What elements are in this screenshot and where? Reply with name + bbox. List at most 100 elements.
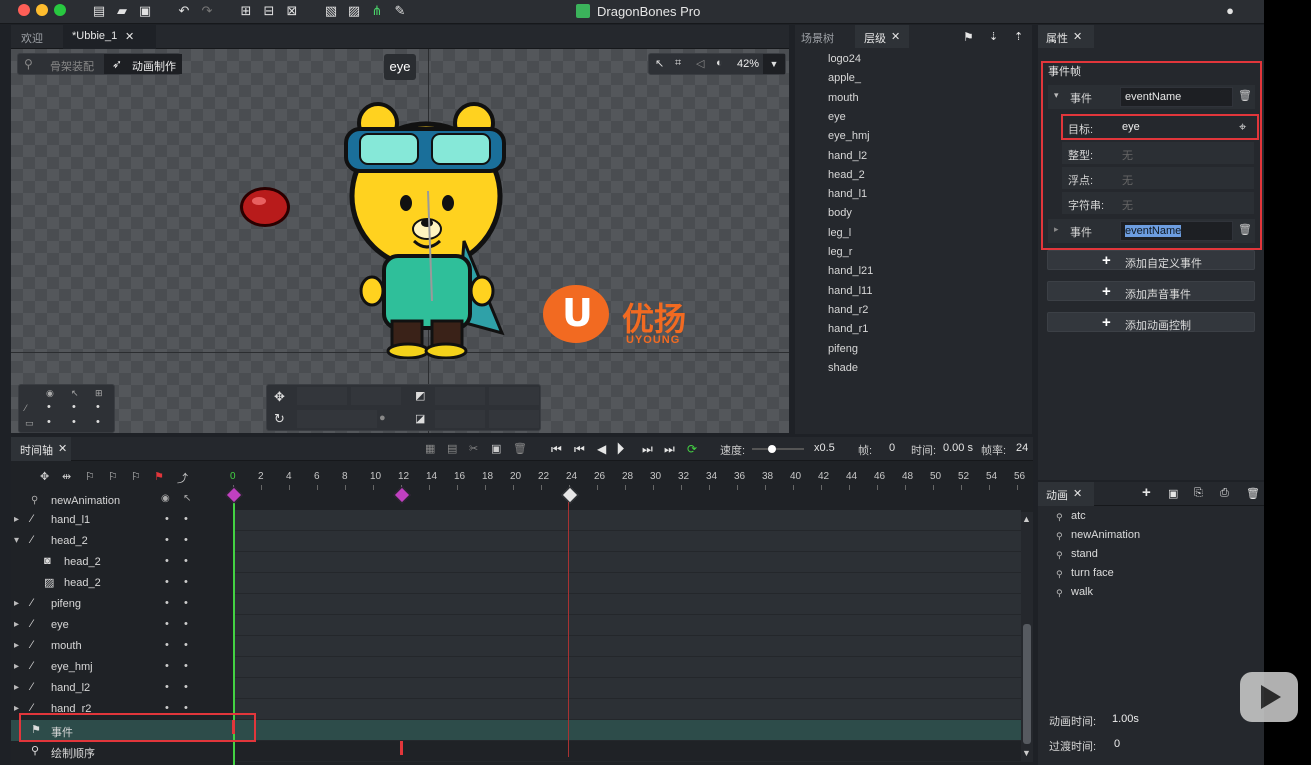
track-lock-toggle[interactable]: •	[184, 639, 188, 651]
layer-item[interactable]: eye	[828, 111, 846, 123]
bear-character-sprite[interactable]	[336, 101, 516, 359]
share-icon[interactable]: ⋔	[369, 3, 385, 19]
rotation-dial-icon[interactable]: ●	[379, 412, 386, 424]
animate-mode-button[interactable]: 动画制作	[132, 58, 176, 74]
last-frame-icon[interactable]: ⏭	[664, 442, 675, 457]
edit-icon[interactable]: ✎	[392, 3, 408, 19]
scale-icon[interactable]: ◩	[415, 389, 425, 402]
duration-value[interactable]: 1.00s	[1112, 713, 1139, 725]
layer-item[interactable]: leg_r	[828, 246, 852, 258]
track-keyframe-lane[interactable]	[233, 699, 1021, 720]
layer-item[interactable]: apple_	[828, 72, 861, 84]
track-visibility-toggle[interactable]: •	[165, 639, 169, 651]
track-keyframe-lane[interactable]	[233, 636, 1021, 657]
tool-link-icon[interactable]: ⇹	[62, 470, 71, 483]
track-visibility-toggle[interactable]: •	[165, 618, 169, 630]
position-x-field[interactable]	[297, 387, 347, 405]
export-icon[interactable]: ⊟	[261, 3, 277, 19]
track-row[interactable]: ▨ head_2 • •	[11, 573, 233, 594]
apple-sprite[interactable]	[237, 183, 293, 229]
track-visibility-toggle[interactable]: •	[165, 513, 169, 525]
layer-item[interactable]: head_2	[828, 169, 865, 181]
track-keyframe-lane[interactable]	[233, 657, 1021, 678]
layer-item[interactable]: shade	[828, 362, 858, 374]
animation-item[interactable]: atc	[1071, 510, 1086, 522]
track-keyframe-lane[interactable]	[233, 720, 1021, 741]
event-flag-icon[interactable]: ⚑	[154, 470, 164, 483]
display-toggle-icon[interactable]: ◐	[716, 57, 723, 69]
copy-icon[interactable]: ▣	[491, 442, 501, 455]
bone-lock-toggle[interactable]: •	[72, 401, 76, 413]
rotate-icon[interactable]: ↻	[274, 411, 285, 427]
track-lock-toggle[interactable]: •	[184, 618, 188, 630]
prev-frame-icon[interactable]: ◀	[597, 442, 606, 456]
track-expand-arrow-icon[interactable]: ▸	[14, 640, 19, 651]
bone-outline-toggle[interactable]: •	[96, 401, 100, 413]
first-frame-icon[interactable]: ⏮	[551, 442, 562, 457]
move-down-icon[interactable]: ⇣	[989, 30, 998, 43]
add-sound-event-button[interactable]: + 添加声音事件	[1047, 281, 1255, 301]
track-expand-arrow-icon[interactable]: ▾	[14, 535, 19, 546]
track-row[interactable]: ▾ ⁄ head_2 • •	[11, 531, 233, 552]
image-outline-toggle[interactable]: •	[96, 416, 100, 428]
layer-item[interactable]: hand_l1	[828, 188, 867, 200]
tool-key-3-icon[interactable]: ⚐	[131, 470, 141, 483]
track-expand-arrow-icon[interactable]: ▸	[14, 682, 19, 693]
move-up-icon[interactable]: ⇡	[1014, 30, 1023, 43]
minimize-window-button[interactable]	[36, 4, 48, 16]
redo-icon[interactable]: ↷	[199, 3, 215, 19]
tab-welcome[interactable]: 欢迎	[21, 30, 43, 46]
tool-key-1-icon[interactable]: ⚐	[85, 470, 95, 483]
track-expand-arrow-icon[interactable]: ▸	[14, 598, 19, 609]
speed-slider[interactable]	[752, 448, 804, 450]
bone-eye-toggle[interactable]: •	[47, 401, 51, 413]
keyframe-tool-2-icon[interactable]: ▤	[447, 442, 457, 455]
close-timeline-tab-icon[interactable]: ✕	[58, 442, 67, 455]
open-folder-icon[interactable]: ▰	[114, 3, 130, 19]
root-eye-icon[interactable]: ◉	[161, 493, 170, 504]
scroll-up-icon[interactable]: ▲	[1022, 514, 1031, 524]
layer-item[interactable]: body	[828, 207, 852, 219]
tab-layers[interactable]: 层级	[864, 30, 886, 46]
track-keyframe-lane[interactable]	[233, 552, 1021, 573]
maximize-window-button[interactable]	[54, 4, 66, 16]
image-eye-toggle[interactable]: •	[47, 416, 51, 428]
zoom-dropdown-icon[interactable]: ▼	[763, 54, 785, 74]
speed-slider-knob[interactable]	[768, 445, 776, 453]
track-keyframe-lane[interactable]	[233, 510, 1021, 531]
track-row[interactable]: ▸ ⁄ mouth • •	[11, 636, 233, 657]
skew-icon[interactable]: ◪	[415, 412, 425, 425]
export-doc-icon[interactable]: ▨	[346, 3, 362, 19]
new-file-icon[interactable]: ▤	[91, 3, 107, 19]
tool-key-2-icon[interactable]: ⚐	[108, 470, 118, 483]
track-keyframe-lane[interactable]	[233, 531, 1021, 552]
track-row[interactable]: ⚲ 绘制顺序	[11, 741, 233, 762]
track-expand-arrow-icon[interactable]: ▸	[14, 619, 19, 630]
track-lock-toggle[interactable]: •	[184, 513, 188, 525]
position-y-field[interactable]	[351, 387, 401, 405]
timeline-scrollbar[interactable]: ▲ ▼	[1021, 512, 1033, 762]
layer-item[interactable]: leg_l	[828, 227, 851, 239]
tab-timeline[interactable]: 时间轴	[20, 442, 53, 458]
layer-item[interactable]: hand_l2	[828, 150, 867, 162]
publish-icon[interactable]: ⊠	[284, 3, 300, 19]
keyframe-tool-1-icon[interactable]: ▦	[425, 442, 435, 455]
skew-y-field[interactable]	[489, 410, 539, 428]
draw-order-keyframe-marker[interactable]	[400, 741, 403, 755]
track-lock-toggle[interactable]: •	[184, 681, 188, 693]
track-keyframe-lane[interactable]	[233, 594, 1021, 615]
track-visibility-toggle[interactable]: •	[165, 534, 169, 546]
add-animation-icon[interactable]: +	[1142, 484, 1151, 501]
scroll-thumb[interactable]	[1023, 624, 1031, 744]
track-expand-arrow-icon[interactable]: ▸	[14, 661, 19, 672]
play-icon[interactable]: ⏵	[616, 439, 625, 459]
frame-value[interactable]: 0	[889, 442, 895, 454]
track-lock-toggle[interactable]: •	[184, 597, 188, 609]
move-icon[interactable]: ✥	[274, 389, 285, 405]
track-lock-toggle[interactable]: •	[184, 576, 188, 588]
cut-icon[interactable]: ✂	[469, 442, 478, 455]
undo-icon[interactable]: ↶	[176, 3, 192, 19]
document-icon[interactable]: ▧	[323, 3, 339, 19]
close-tab-icon[interactable]: ✕	[125, 30, 134, 43]
layer-item[interactable]: hand_r1	[828, 323, 868, 335]
